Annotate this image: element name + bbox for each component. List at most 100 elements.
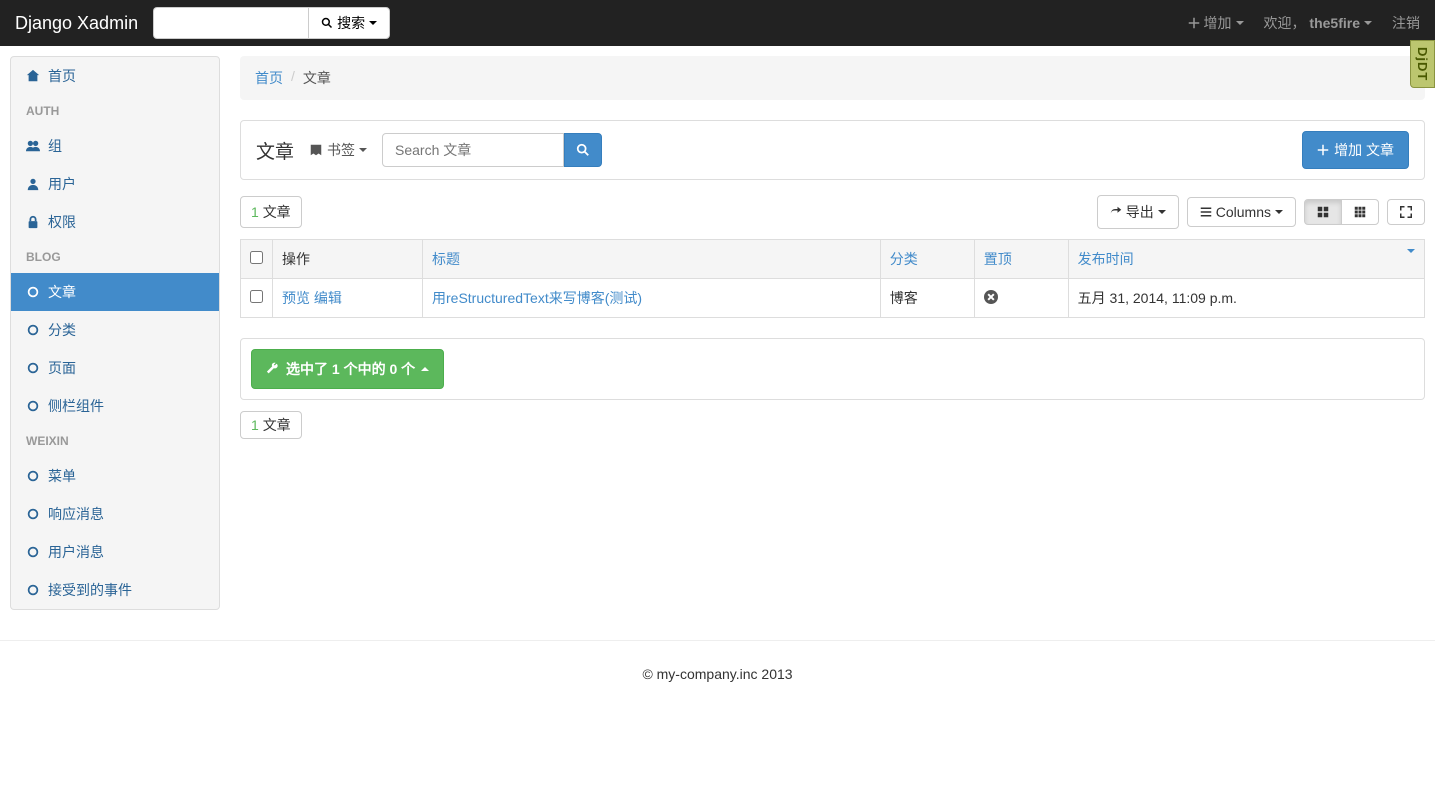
home-icon (26, 69, 40, 83)
layout-grid-button[interactable] (1341, 199, 1379, 225)
header-published[interactable]: 发布时间 (1068, 240, 1424, 279)
sidebar-item-events[interactable]: 接受到的事件 (11, 571, 219, 609)
layout-toggle (1304, 199, 1379, 225)
circle-icon (26, 399, 40, 413)
caret-down-icon (359, 148, 367, 152)
sidebar-header-auth: AUTH (11, 95, 219, 127)
sidebar-item-label: 分类 (48, 320, 76, 340)
sidebar-item-groups[interactable]: 组 (11, 127, 219, 165)
header-pinned-link[interactable]: 置顶 (984, 251, 1012, 267)
add-menu[interactable]: 增加 (1188, 13, 1244, 33)
result-count: 1 文章 (240, 196, 302, 228)
sidebar-item-label: 页面 (48, 358, 76, 378)
sidebar-item-label: 接受到的事件 (48, 580, 132, 600)
sidebar-item-pages[interactable]: 页面 (11, 349, 219, 387)
search-button-label: 搜索 (337, 13, 365, 33)
bulk-action-dropdown[interactable]: 选中了 1 个中的 0 个 (251, 349, 444, 389)
list-toolbar: 文章 书签 增加 文章 (240, 120, 1425, 180)
plus-icon (1188, 17, 1200, 29)
search-icon (321, 17, 333, 29)
sidebar-item-response-msg[interactable]: 响应消息 (11, 495, 219, 533)
circle-icon (26, 361, 40, 375)
circle-icon (26, 507, 40, 521)
sidebar-item-label: 用户 (48, 174, 76, 194)
sidebar-item-posts[interactable]: 文章 (11, 273, 219, 311)
sidebar-item-label: 用户消息 (48, 542, 104, 562)
sidebar-item-label: 首页 (48, 66, 76, 86)
select-all-checkbox[interactable] (250, 251, 263, 264)
sidebar-item-label: 菜单 (48, 466, 76, 486)
search-icon (576, 143, 590, 157)
row-checkbox[interactable] (250, 290, 263, 303)
sidebar-item-user-msg[interactable]: 用户消息 (11, 533, 219, 571)
header-category-link[interactable]: 分类 (890, 251, 918, 267)
sidebar-item-menu[interactable]: 菜单 (11, 457, 219, 495)
logout-link[interactable]: 注销 (1392, 13, 1420, 33)
columns-dropdown[interactable]: Columns (1187, 197, 1296, 227)
sidebar-item-users[interactable]: 用户 (11, 165, 219, 203)
django-debug-toolbar-handle[interactable]: DjDT (1410, 40, 1435, 88)
add-label: 增加 (1204, 13, 1232, 33)
caret-down-icon (1158, 210, 1166, 214)
cell-category: 博客 (880, 279, 974, 318)
share-icon (1110, 206, 1122, 218)
header-published-link[interactable]: 发布时间 (1078, 251, 1134, 267)
sidebar-item-home[interactable]: 首页 (11, 57, 219, 95)
add-button-label: 增加 文章 (1334, 140, 1394, 160)
sidebar-item-widgets[interactable]: 侧栏组件 (11, 387, 219, 425)
top-navbar: Django Xadmin 搜索 增加 欢迎， the5fire 注销 (0, 0, 1435, 46)
table-row: 预览 编辑 用reStructuredText来写博客(测试) 博客 五月 31… (241, 279, 1425, 318)
header-category[interactable]: 分类 (880, 240, 974, 279)
sidebar-item-label: 侧栏组件 (48, 396, 104, 416)
global-search-button[interactable]: 搜索 (308, 7, 390, 39)
list-controls: 1 文章 导出 Columns (240, 195, 1425, 229)
columns-label: Columns (1216, 204, 1271, 220)
user-icon (26, 177, 40, 191)
bulk-action-box: 选中了 1 个中的 0 个 (240, 338, 1425, 400)
circle-icon (26, 545, 40, 559)
list-search-form (382, 133, 602, 167)
cell-actions: 预览 编辑 (273, 279, 423, 318)
sidebar-item-label: 文章 (48, 282, 76, 302)
sidebar-header-weixin: WEIXIN (11, 425, 219, 457)
user-menu[interactable]: the5fire (1309, 15, 1372, 31)
add-post-button[interactable]: 增加 文章 (1302, 131, 1409, 169)
sidebar-item-label: 组 (48, 136, 62, 156)
header-checkbox (241, 240, 273, 279)
row-title-link[interactable]: 用reStructuredText来写博客(测试) (432, 290, 642, 306)
sidebar-item-permissions[interactable]: 权限 (11, 203, 219, 241)
fullscreen-button[interactable] (1387, 199, 1425, 225)
breadcrumb-home[interactable]: 首页 (255, 68, 283, 88)
circle-icon (26, 583, 40, 597)
global-search-input[interactable] (153, 7, 308, 39)
header-title-link[interactable]: 标题 (432, 251, 460, 267)
bookmark-dropdown[interactable]: 书签 (309, 140, 367, 160)
caret-down-icon (369, 21, 377, 25)
page-footer: © my-company.inc 2013 (0, 640, 1435, 707)
navbar-right: 增加 欢迎， the5fire 注销 (1188, 13, 1420, 33)
global-search-form: 搜索 (153, 7, 390, 39)
export-dropdown[interactable]: 导出 (1097, 195, 1179, 229)
welcome-label: 欢迎， (1264, 15, 1306, 31)
header-pinned[interactable]: 置顶 (974, 240, 1068, 279)
brand-link[interactable]: Django Xadmin (15, 13, 138, 34)
layout-table-button[interactable] (1304, 199, 1342, 225)
false-icon (984, 290, 998, 304)
row-edit-link[interactable]: 编辑 (314, 290, 342, 306)
list-icon (1200, 206, 1212, 218)
list-search-button[interactable] (564, 133, 602, 167)
wrench-icon (266, 362, 280, 376)
bookmark-label: 书签 (327, 140, 355, 160)
list-search-input[interactable] (382, 133, 564, 167)
breadcrumb-current: 文章 (303, 68, 331, 88)
welcome-text: 欢迎， the5fire (1264, 13, 1372, 33)
footer-text: © my-company.inc 2013 (642, 666, 792, 682)
data-table: 操作 标题 分类 置顶 发布时间 预览 编辑 用 (240, 239, 1425, 318)
result-count-bottom: 1 文章 (240, 411, 302, 439)
count-label: 文章 (263, 204, 291, 220)
header-title[interactable]: 标题 (423, 240, 881, 279)
row-preview-link[interactable]: 预览 (282, 290, 310, 306)
export-label: 导出 (1126, 202, 1154, 222)
count-number: 1 (251, 417, 259, 433)
sidebar-item-categories[interactable]: 分类 (11, 311, 219, 349)
